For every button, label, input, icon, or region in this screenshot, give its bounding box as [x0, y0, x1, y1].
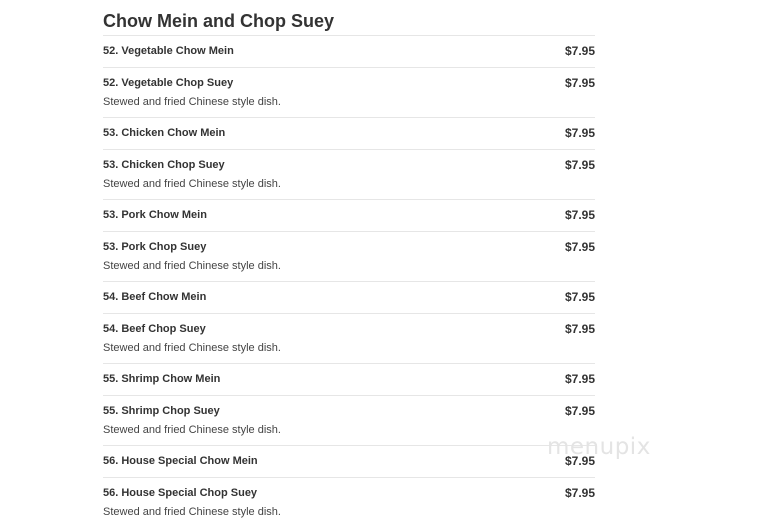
item-name: 52. Vegetable Chow Mein — [103, 45, 234, 57]
item-row: 53. Pork Chop Suey $7.95 — [103, 240, 595, 254]
item-name: 54. Beef Chow Mein — [103, 291, 207, 303]
item-name: 56. House Special Chop Suey — [103, 487, 258, 499]
item-price: $7.95 — [564, 208, 595, 222]
item-row: 55. Shrimp Chop Suey $7.95 — [103, 404, 595, 418]
item-name: 55. Shrimp Chop Suey — [103, 405, 220, 417]
item-price: $7.95 — [564, 126, 595, 140]
item-price: $7.95 — [564, 322, 595, 336]
item-row: 53. Chicken Chow Mein $7.95 — [103, 126, 595, 140]
item-price: $7.95 — [564, 486, 595, 500]
item-name: 53. Chicken Chop Suey — [103, 159, 225, 171]
item-price: $7.95 — [564, 290, 595, 304]
menu-item[interactable]: 53. Pork Chop Suey $7.95 Stewed and frie… — [103, 232, 595, 282]
item-name: 52. Vegetable Chop Suey — [103, 77, 234, 89]
menu-section: Chow Mein and Chop Suey 52. Vegetable Ch… — [103, 9, 595, 528]
item-row: 53. Chicken Chop Suey $7.95 — [103, 158, 595, 172]
item-row: 56. House Special Chop Suey $7.95 — [103, 486, 595, 500]
menu-item[interactable]: 54. Beef Chop Suey $7.95 Stewed and frie… — [103, 314, 595, 364]
item-row: 52. Vegetable Chow Mein $7.95 — [103, 44, 595, 58]
item-price: $7.95 — [564, 404, 595, 418]
menupix-watermark: menupix — [547, 434, 651, 460]
menu-item[interactable]: 56. House Special Chow Mein $7.95 — [103, 446, 595, 478]
item-price: $7.95 — [564, 158, 595, 172]
item-name: 53. Chicken Chow Mein — [103, 127, 226, 139]
item-row: 54. Beef Chow Mein $7.95 — [103, 290, 595, 304]
menu-list: 52. Vegetable Chow Mein $7.95 52. Vegeta… — [103, 35, 595, 528]
item-description: Stewed and fried Chinese style dish. — [103, 424, 281, 436]
menu-item[interactable]: 52. Vegetable Chow Mein $7.95 — [103, 36, 595, 68]
menu-item[interactable]: 52. Vegetable Chop Suey $7.95 Stewed and… — [103, 68, 595, 118]
item-price: $7.95 — [564, 44, 595, 58]
item-name: 53. Pork Chop Suey — [103, 241, 207, 253]
item-description: Stewed and fried Chinese style dish. — [103, 96, 281, 108]
item-description: Stewed and fried Chinese style dish. — [103, 260, 281, 272]
item-row: 55. Shrimp Chow Mein $7.95 — [103, 372, 595, 386]
item-description: Stewed and fried Chinese style dish. — [103, 342, 281, 354]
menu-item[interactable]: 53. Pork Chow Mein $7.95 — [103, 200, 595, 232]
menu-item[interactable]: 55. Shrimp Chop Suey $7.95 Stewed and fr… — [103, 396, 595, 446]
item-description: Stewed and fried Chinese style dish. — [103, 178, 281, 190]
item-name: 54. Beef Chop Suey — [103, 323, 206, 335]
item-name: 53. Pork Chow Mein — [103, 209, 207, 221]
item-row: 54. Beef Chop Suey $7.95 — [103, 322, 595, 336]
item-row: 53. Pork Chow Mein $7.95 — [103, 208, 595, 222]
menu-item[interactable]: 53. Chicken Chop Suey $7.95 Stewed and f… — [103, 150, 595, 200]
menu-item[interactable]: 54. Beef Chow Mein $7.95 — [103, 282, 595, 314]
item-price: $7.95 — [564, 240, 595, 254]
item-price: $7.95 — [564, 76, 595, 90]
menu-item[interactable]: 56. House Special Chop Suey $7.95 Stewed… — [103, 478, 595, 528]
item-row: 56. House Special Chow Mein $7.95 — [103, 454, 595, 468]
item-name: 55. Shrimp Chow Mein — [103, 373, 221, 385]
menu-item[interactable]: 53. Chicken Chow Mein $7.95 — [103, 118, 595, 150]
item-price: $7.95 — [564, 372, 595, 386]
item-name: 56. House Special Chow Mein — [103, 455, 258, 467]
item-row: 52. Vegetable Chop Suey $7.95 — [103, 76, 595, 90]
menu-item[interactable]: 55. Shrimp Chow Mein $7.95 — [103, 364, 595, 396]
item-description: Stewed and fried Chinese style dish. — [103, 506, 281, 518]
section-title: Chow Mein and Chop Suey — [103, 11, 335, 31]
